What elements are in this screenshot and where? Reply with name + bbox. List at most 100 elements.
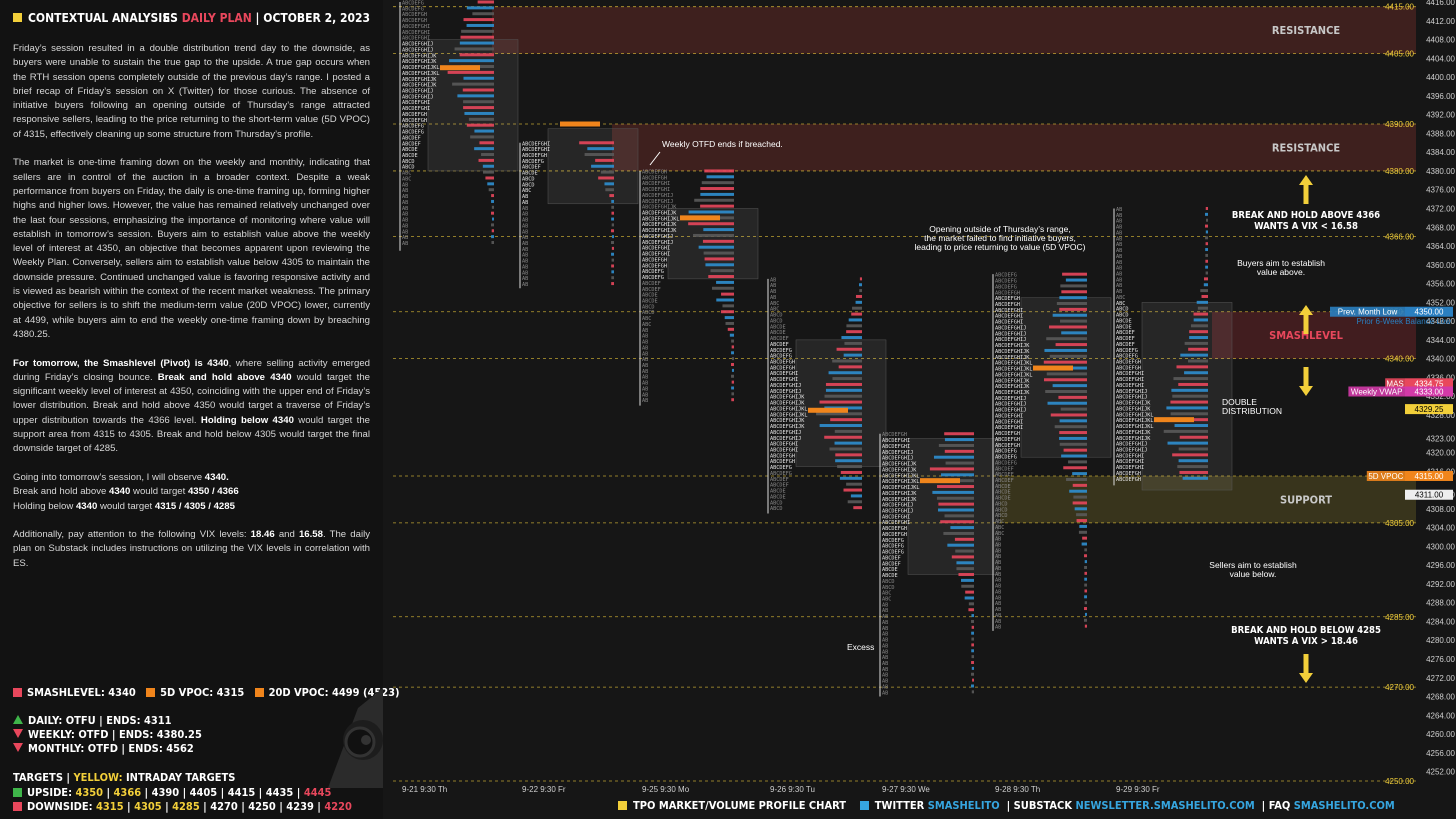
volume-bar: [961, 584, 974, 588]
volume-bar: [936, 496, 974, 500]
volume-bar: [1058, 395, 1087, 399]
volume-bar: [1203, 283, 1208, 287]
price-tick-label: 4376.00: [1426, 186, 1455, 195]
volume-bar: [611, 246, 614, 250]
yellow-square-icon: [618, 801, 627, 810]
annotation-text: value below.: [1230, 569, 1277, 579]
volume-bar: [481, 153, 494, 157]
substack-link[interactable]: NEWSLETTER.SMASHELITO.COM: [1075, 799, 1254, 812]
volume-bar: [491, 211, 494, 215]
volume-bar: [731, 386, 734, 390]
session-profile: ABABABABABCABCABCDABCDABCDEABCDEABCDEFAB…: [767, 277, 887, 514]
time-tick-label: 9-26 9:30 Tu: [770, 785, 815, 794]
volume-bar: [844, 341, 862, 345]
volume-bar: [482, 164, 494, 168]
volume-bar: [1206, 218, 1208, 222]
volume-bar: [1193, 312, 1208, 316]
volume-bar: [485, 176, 494, 180]
volume-bar: [971, 684, 974, 688]
orange-square-icon: [254, 688, 264, 697]
price-tag-value: 4315.00: [1415, 472, 1444, 481]
twitter-link[interactable]: SMASHELITO: [928, 799, 1000, 812]
volume-bar: [1059, 436, 1087, 440]
price-tag-label: Prior 6-Week Balance Low: [1356, 317, 1451, 326]
paragraph: Friday’s session resulted in a double di…: [13, 43, 370, 140]
volume-bar: [1170, 400, 1208, 404]
triangle-down-icon: [13, 729, 23, 738]
price-tick-label: 4364.00: [1426, 242, 1455, 251]
volume-bar: [1188, 359, 1208, 363]
volume-bar: [1084, 589, 1087, 593]
volume-bar: [1163, 429, 1208, 433]
price-tick-label: 4372.00: [1426, 204, 1455, 213]
twitter-label: TWITTER: [874, 799, 925, 812]
price-tick-label: 4323.00: [1426, 434, 1455, 443]
text-run: and: [274, 529, 299, 541]
volume-bar: [1178, 447, 1208, 451]
volume-bar: [1052, 313, 1087, 317]
volume-bar: [611, 270, 614, 274]
volume-bar: [727, 327, 734, 331]
volume-bar: [447, 70, 494, 74]
volume-bar: [716, 298, 734, 302]
volume-bar: [1065, 278, 1087, 282]
text-run: would target: [130, 486, 188, 498]
volume-bar: [731, 345, 734, 349]
price-tick-label: 4252.00: [1426, 768, 1455, 777]
price-tick-label: 4296.00: [1426, 561, 1455, 570]
volume-bar: [1166, 406, 1208, 410]
volume-bar: [731, 380, 734, 384]
volume-bar: [449, 59, 494, 63]
volume-bar: [1182, 476, 1208, 480]
faq-link[interactable]: SMASHELITO.COM: [1294, 799, 1395, 812]
target-values: 4390 | 4405 | 4415 | 4435: [151, 786, 294, 799]
volume-bar: [460, 35, 494, 39]
tpo-letters: AB: [402, 241, 408, 247]
plan-label: DAILY PLAN: [181, 11, 252, 25]
substack-label: SUBSTACK: [1013, 799, 1072, 812]
volume-bar: [1068, 460, 1087, 464]
session-profile: ABCDEFGHABCDEFGHIABCDEFGHIABCDEFGHIJABCD…: [879, 432, 999, 697]
volume-bar: [1205, 253, 1208, 257]
volume-bar: [971, 666, 974, 670]
volume-bar: [1061, 454, 1087, 458]
text-run: Break and hold above: [13, 486, 110, 498]
poc-marker: [1033, 365, 1073, 371]
volume-bar: [1047, 401, 1087, 405]
volume-bar: [1084, 577, 1087, 581]
volume-bar: [478, 158, 494, 162]
volume-bar: [461, 29, 494, 33]
triangle-down-icon: [13, 743, 23, 752]
price-tick-label: 4408.00: [1426, 36, 1455, 45]
volume-bar: [457, 94, 494, 98]
poc-marker: [680, 215, 720, 221]
volume-bar: [1072, 501, 1087, 505]
poc-marker: [560, 121, 600, 127]
volume-bar: [595, 158, 614, 162]
volume-bar: [1076, 519, 1087, 523]
upside-targets: UPSIDE: 4350 | 4366 | 4390 | 4405 | 4415…: [13, 786, 331, 799]
volume-bar: [1205, 224, 1208, 228]
volume-bar: [1059, 296, 1087, 300]
volume-bar: [836, 347, 862, 351]
volume-bar: [853, 506, 862, 510]
targets-tail: INTRADAY TARGETS: [122, 771, 236, 784]
volume-bar: [466, 23, 494, 27]
volume-bar: [971, 631, 974, 635]
volume-bar: [463, 106, 494, 110]
volume-bar: [611, 276, 614, 280]
volume-bar: [958, 573, 974, 577]
level-label: 4390.00: [1385, 120, 1414, 129]
volume-bar: [459, 41, 494, 45]
volume-bar: [843, 488, 862, 492]
paragraph: Going into tomorrow’s session, I will ob…: [13, 471, 370, 514]
volume-bar: [944, 514, 974, 518]
volume-bar: [706, 175, 734, 179]
volume-bar: [824, 394, 862, 398]
volume-bar: [954, 537, 974, 541]
volume-bar: [1177, 465, 1208, 469]
volume-bar: [1205, 242, 1208, 246]
volume-bar: [1078, 530, 1087, 534]
volume-bar: [951, 555, 974, 559]
volume-bar: [1050, 413, 1087, 417]
